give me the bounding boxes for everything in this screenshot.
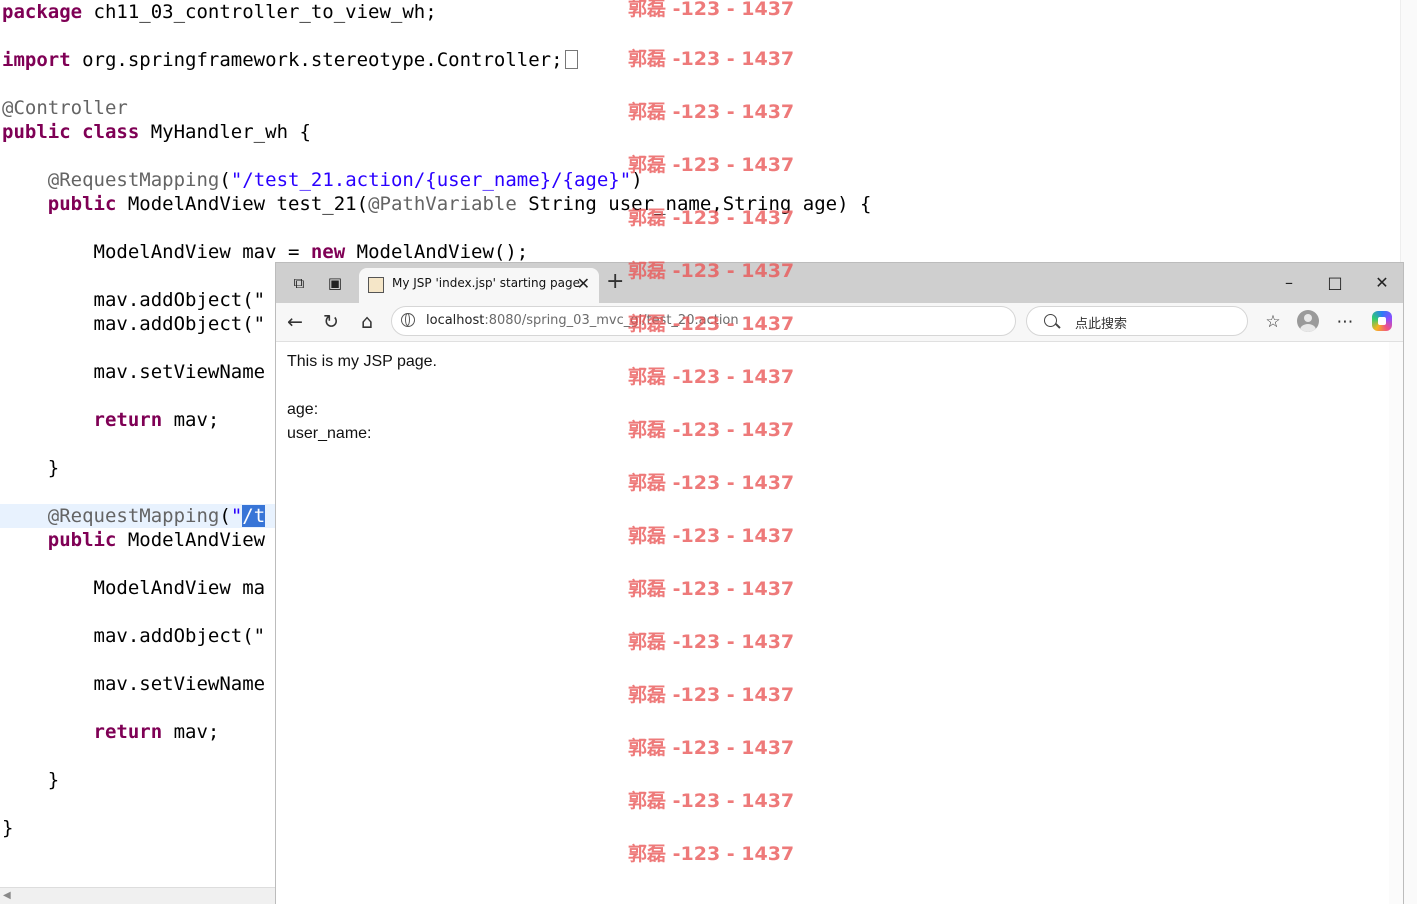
code-line-set-view-1[interactable]: mav.setViewName — [2, 360, 266, 384]
string-quote: " — [230, 505, 243, 527]
browser-toolbar: ← ↻ ⌂ localhost:8080/spring_03_mvc_gl/te… — [276, 303, 1403, 342]
tab-active[interactable]: My JSP 'index.jsp' starting page ✕ — [359, 268, 599, 303]
favorites-icon[interactable]: ☆ — [1259, 308, 1287, 336]
browser-vertical-scrollbar[interactable] — [1389, 342, 1403, 904]
search-icon — [1044, 314, 1057, 327]
add-object-call: mav.addObject(" — [93, 289, 266, 311]
text-cursor-box — [564, 50, 578, 69]
method-signature-start: ModelAndView test_21( — [116, 193, 369, 215]
return-value: mav; — [162, 721, 220, 743]
address-bar[interactable]: localhost:8080/spring_03_mvc_gl/test_20.… — [391, 306, 1016, 336]
return-keyword: return — [93, 409, 163, 431]
code-line-close-method-1[interactable]: } — [2, 456, 59, 480]
tab-actions-icon[interactable]: ▣ — [325, 273, 345, 293]
package-keyword: package — [2, 1, 83, 23]
page-heading-text: This is my JSP page. — [287, 353, 437, 370]
mav-declaration: ModelAndView mav = — [93, 241, 311, 263]
code-line-return-1[interactable]: return mav; — [2, 408, 220, 432]
editor-horizontal-scrollbar[interactable]: ◀ — [0, 887, 276, 904]
copilot-icon[interactable] — [1372, 311, 1392, 331]
new-keyword: new — [310, 241, 346, 263]
code-line-method-2[interactable]: public ModelAndView — [2, 528, 265, 552]
request-mapping-annotation: @RequestMapping — [47, 169, 220, 191]
code-line-controller-annotation[interactable]: @Controller — [2, 96, 128, 120]
page-content: This is my JSP page. age: user_name: — [276, 342, 1403, 904]
url-text[interactable]: localhost:8080/spring_03_mvc_gl/test_20.… — [426, 313, 739, 328]
code-line-add-object-3[interactable]: mav.addObject(" — [2, 624, 266, 648]
import-path: org.springframework.stereotype.Controlle… — [70, 49, 563, 71]
code-line-mav-decl-2[interactable]: ModelAndView ma — [2, 576, 266, 600]
url-path: :8080/spring_03_mvc_gl/test_20.action — [484, 313, 739, 328]
code-line-method-1[interactable]: public ModelAndView test_21(@PathVariabl… — [2, 192, 872, 216]
code-line-close-method-2[interactable]: } — [2, 768, 59, 792]
profile-avatar[interactable] — [1297, 310, 1319, 332]
close-tab-icon[interactable]: ✕ — [577, 274, 590, 294]
refresh-icon[interactable]: ↻ — [317, 308, 345, 336]
path-variable-annotation: @PathVariable — [368, 193, 517, 215]
search-placeholder: 点此搜索 — [1075, 317, 1128, 332]
age-label: age: — [287, 401, 319, 418]
import-keyword: import — [2, 49, 71, 71]
browser-window[interactable]: ⧉ ▣ My JSP 'index.jsp' starting page ✕ +… — [275, 262, 1404, 904]
paren-open: ( — [219, 505, 231, 527]
maximize-icon[interactable]: □ — [1315, 269, 1355, 297]
mav-constructor: ModelAndView(); — [345, 241, 529, 263]
request-mapping-annotation: @RequestMapping — [47, 505, 220, 527]
code-line-add-object-1[interactable]: mav.addObject(" — [2, 288, 266, 312]
new-tab-icon[interactable]: + — [606, 271, 624, 293]
tab-title: My JSP 'index.jsp' starting page — [392, 276, 581, 290]
class-keyword: class — [82, 121, 140, 143]
close-window-icon[interactable]: ✕ — [1362, 269, 1402, 297]
code-line-set-view-2[interactable]: mav.setViewName — [2, 672, 266, 696]
mapping-path-string: "/test_21.action/{user_name}/{age}" — [230, 169, 632, 191]
back-icon[interactable]: ← — [281, 308, 309, 336]
class-name: MyHandler_wh { — [139, 121, 311, 143]
selected-text[interactable]: /t — [242, 505, 266, 527]
paren-close: ) — [631, 169, 643, 191]
home-icon[interactable]: ⌂ — [353, 308, 381, 336]
return-keyword: return — [93, 721, 163, 743]
code-line-mapping-1[interactable]: @RequestMapping("/test_21.action/{user_n… — [2, 168, 643, 192]
closing-brace: } — [2, 817, 14, 839]
code-line-mav-decl[interactable]: ModelAndView mav = new ModelAndView(); — [2, 240, 529, 264]
more-icon[interactable]: ⋯ — [1331, 308, 1359, 336]
scroll-left-arrow-icon[interactable]: ◀ — [3, 890, 11, 901]
code-line-class-decl[interactable]: public class MyHandler_wh { — [2, 120, 311, 144]
code-line-return-2[interactable]: return mav; — [2, 720, 220, 744]
public-keyword: public — [47, 193, 117, 215]
minimize-icon[interactable]: – — [1269, 269, 1309, 297]
page-favicon-icon — [368, 277, 384, 293]
mav-declaration: ModelAndView ma — [93, 577, 266, 599]
code-line-add-object-2[interactable]: mav.addObject(" — [2, 312, 266, 336]
code-line-import[interactable]: import org.springframework.stereotype.Co… — [2, 48, 578, 72]
method-return-type: ModelAndView — [116, 529, 266, 551]
return-value: mav; — [162, 409, 220, 431]
add-object-call: mav.addObject(" — [93, 313, 266, 335]
add-object-call: mav.addObject(" — [93, 625, 266, 647]
method-params: String user_name,String age) { — [516, 193, 872, 215]
url-host: localhost — [426, 313, 485, 328]
code-line-close-class[interactable]: } — [2, 816, 13, 840]
public-keyword: public — [2, 121, 71, 143]
workspaces-icon[interactable]: ⧉ — [289, 273, 309, 293]
set-view-name-call: mav.setViewName — [93, 673, 266, 695]
controller-annotation: @Controller — [2, 97, 128, 119]
closing-brace: } — [47, 769, 60, 791]
browser-title-bar[interactable]: ⧉ ▣ My JSP 'index.jsp' starting page ✕ +… — [276, 263, 1403, 303]
code-line-package[interactable]: package ch11_03_controller_to_view_wh; — [2, 0, 437, 24]
public-keyword: public — [47, 529, 117, 551]
closing-brace: } — [47, 457, 60, 479]
set-view-name-call: mav.setViewName — [93, 361, 266, 383]
paren-open: ( — [219, 169, 231, 191]
search-box[interactable]: 点此搜索 — [1026, 306, 1248, 336]
user-name-label: user_name: — [287, 425, 372, 442]
package-name: ch11_03_controller_to_view_wh; — [82, 1, 437, 23]
site-info-icon[interactable] — [401, 313, 415, 327]
